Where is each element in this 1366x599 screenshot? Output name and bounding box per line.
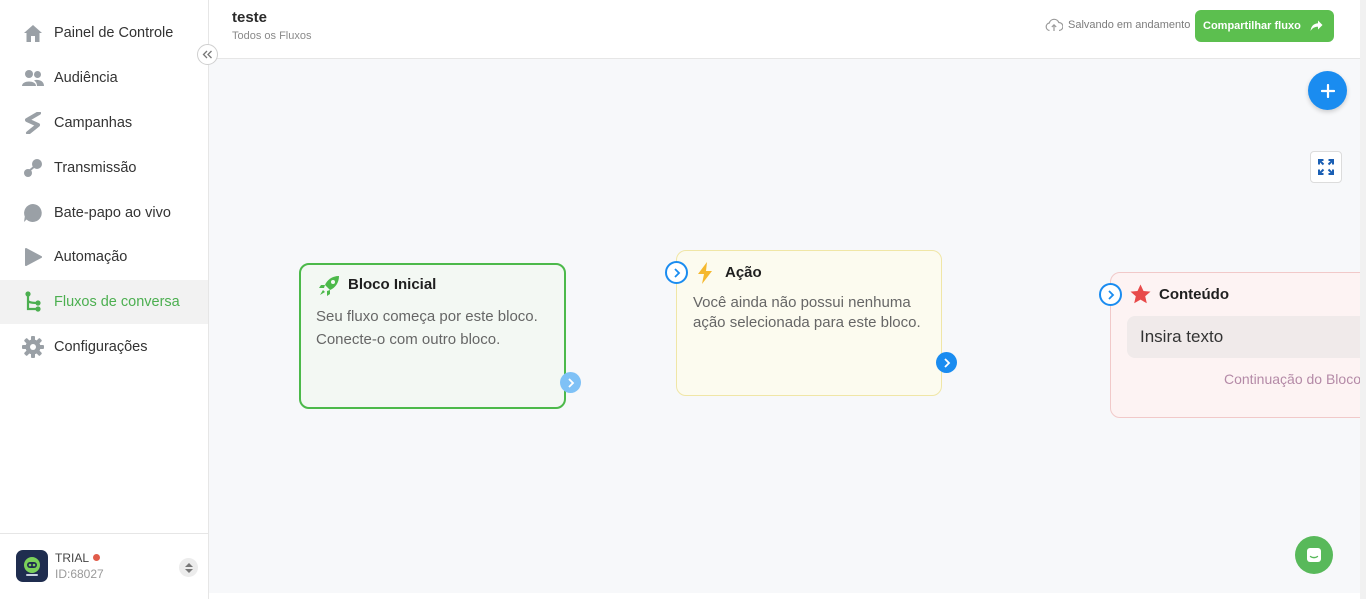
double-chevron-left-icon xyxy=(202,50,212,59)
add-block-button[interactable] xyxy=(1308,71,1347,110)
chevron-right-icon xyxy=(943,357,950,368)
sidebar-item-label: Audiência xyxy=(54,70,118,86)
action-block-input-connector[interactable] xyxy=(665,261,688,284)
block-description: Conecte-o com outro bloco. xyxy=(316,331,501,348)
expand-icon xyxy=(1318,159,1334,175)
saving-status: Salvando em andamento xyxy=(1045,18,1190,32)
home-icon xyxy=(22,22,44,44)
campaign-icon xyxy=(22,112,44,134)
block-title: Bloco Inicial xyxy=(348,276,437,293)
breadcrumb[interactable]: Todos os Fluxos xyxy=(232,30,311,42)
sidebar-item-label: Painel de Controle xyxy=(54,25,174,41)
chevron-right-icon xyxy=(673,267,680,278)
account-switch-button[interactable] xyxy=(179,558,198,577)
star-icon xyxy=(1130,284,1151,309)
account-id: ID:68027 xyxy=(55,567,104,581)
avatar[interactable] xyxy=(16,550,48,582)
status-dot xyxy=(93,554,101,561)
sidebar-item-conversation-flows[interactable]: Fluxos de conversa xyxy=(0,280,208,324)
sidebar-item-live-chat[interactable]: Bate-papo ao vivo xyxy=(0,191,208,235)
block-continuation-link[interactable]: Continuação do Bloco xyxy=(1224,371,1360,387)
sidebar-item-label: Fluxos de conversa xyxy=(54,294,180,310)
rocket-icon xyxy=(318,275,340,302)
content-text-value: Insira texto xyxy=(1140,327,1224,346)
block-description: Você ainda não possui nenhuma xyxy=(693,294,911,311)
support-chat-button[interactable] xyxy=(1295,536,1333,574)
sidebar-item-label: Bate-papo ao vivo xyxy=(54,205,171,221)
sidebar-item-label: Automação xyxy=(54,249,128,265)
plan-badge: TRIAL xyxy=(55,551,101,565)
action-block[interactable]: Ação Você ainda não possui nenhuma ação … xyxy=(676,250,942,396)
start-block[interactable]: Bloco Inicial Seu fluxo começa por este … xyxy=(299,263,566,409)
top-header: teste Todos os Fluxos Salvando em andame… xyxy=(209,0,1360,59)
sidebar-item-label: Transmissão xyxy=(54,160,137,176)
collapse-sidebar-button[interactable] xyxy=(197,44,218,65)
sidebar-item-dashboard[interactable]: Painel de Controle xyxy=(0,11,208,55)
canvas-bottom-edge xyxy=(209,593,1360,599)
plan-label: TRIAL xyxy=(55,551,90,565)
gear-icon xyxy=(22,336,44,358)
saving-status-label: Salvando em andamento xyxy=(1068,19,1191,31)
sidebar-item-settings[interactable]: Configurações xyxy=(0,325,208,369)
chevron-right-icon xyxy=(567,377,574,388)
page-title: teste xyxy=(232,9,268,26)
lightning-icon xyxy=(697,262,713,289)
sidebar-item-campaigns[interactable]: Campanhas xyxy=(0,101,208,145)
automation-icon xyxy=(22,246,44,268)
flow-canvas[interactable]: Bloco Inicial Seu fluxo começa por este … xyxy=(209,59,1360,593)
cloud-upload-icon xyxy=(1045,18,1063,32)
chat-bubble-icon xyxy=(22,202,44,224)
sidebar-item-broadcast[interactable]: Transmissão xyxy=(0,146,208,190)
sidebar-item-automation[interactable]: Automação xyxy=(0,235,208,279)
account-footer: TRIAL ID:68027 xyxy=(0,533,208,599)
sidebar-item-audience[interactable]: Audiência xyxy=(0,56,208,100)
chevron-right-icon xyxy=(1107,289,1114,300)
plus-icon xyxy=(1320,83,1335,98)
block-title: Conteúdo xyxy=(1159,286,1229,303)
sidebar: Painel de Controle Audiência Campanhas T… xyxy=(0,0,209,599)
broadcast-icon xyxy=(22,157,44,179)
sidebar-item-label: Campanhas xyxy=(54,115,133,131)
users-icon xyxy=(22,67,44,89)
sort-arrows-icon xyxy=(184,562,193,573)
sidebar-item-label: Configurações xyxy=(54,339,148,355)
message-icon xyxy=(1307,548,1321,562)
block-title: Ação xyxy=(725,264,762,281)
share-arrow-icon xyxy=(1310,20,1323,31)
flow-icon xyxy=(22,291,44,313)
block-description: Seu fluxo começa por este bloco. xyxy=(316,308,538,325)
action-block-output-connector[interactable] xyxy=(936,352,957,373)
fit-view-button[interactable] xyxy=(1310,151,1342,183)
page-scrollbar[interactable] xyxy=(1360,0,1366,599)
content-text-field[interactable]: Insira texto xyxy=(1127,316,1360,358)
content-block[interactable]: Conteúdo Insira texto Continuação do Blo… xyxy=(1110,272,1360,418)
share-flow-label: Compartilhar fluxo xyxy=(1203,20,1301,32)
content-block-input-connector[interactable] xyxy=(1099,283,1122,306)
share-flow-button[interactable]: Compartilhar fluxo xyxy=(1195,10,1334,42)
start-block-output-connector[interactable] xyxy=(560,372,581,393)
block-description: ação selecionada para este bloco. xyxy=(693,314,921,331)
